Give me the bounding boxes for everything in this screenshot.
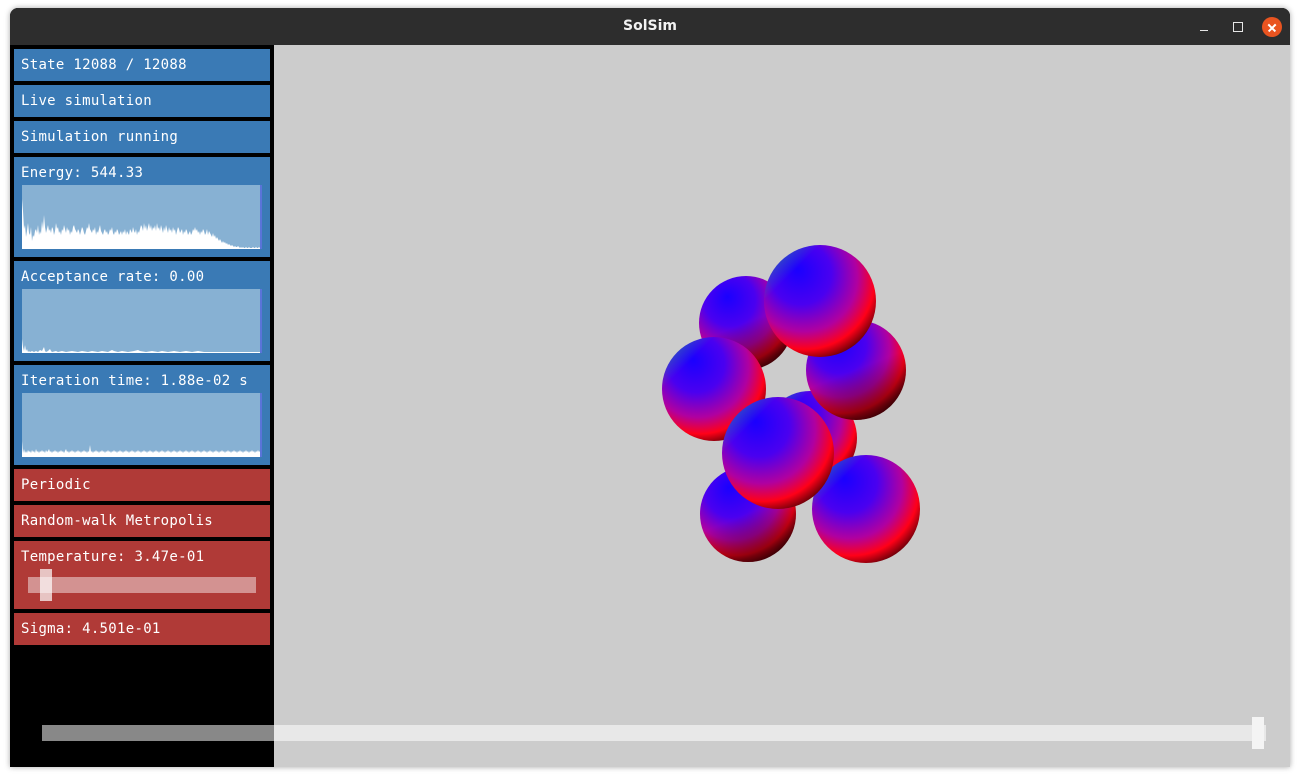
particle bbox=[722, 397, 834, 509]
iteration-time-histogram-series bbox=[22, 441, 260, 457]
acceptance-histogram-series bbox=[22, 339, 260, 353]
acceptance-histogram bbox=[22, 289, 262, 353]
state-label: State 12088 / 12088 bbox=[21, 57, 187, 73]
timeline-slider-track[interactable] bbox=[42, 725, 1266, 741]
iteration-time-label: Iteration time: 1.88e-02 s bbox=[21, 373, 248, 389]
maximize-icon[interactable] bbox=[1228, 17, 1248, 37]
iteration-time-histogram bbox=[22, 393, 262, 457]
energy-histogram-series bbox=[22, 199, 260, 249]
simulation-viewport[interactable] bbox=[274, 45, 1290, 767]
state-panel[interactable]: State 12088 / 12088 bbox=[14, 49, 270, 81]
live-simulation-label: Live simulation bbox=[21, 93, 152, 109]
app-window: SolSim State 12088 / 12088 Live simulati… bbox=[10, 8, 1290, 767]
boundary-mode-button[interactable]: Periodic bbox=[14, 469, 270, 501]
energy-panel: Energy: 544.33 bbox=[14, 157, 270, 257]
acceptance-label: Acceptance rate: 0.00 bbox=[21, 269, 205, 285]
timeline-slider-handle[interactable] bbox=[1252, 717, 1264, 749]
timeline-slider-fill bbox=[42, 725, 274, 741]
energy-histogram-plot bbox=[22, 199, 260, 249]
temperature-slider-track[interactable] bbox=[28, 577, 256, 593]
sigma-label: Sigma: 4.501e-01 bbox=[21, 621, 161, 637]
particle bbox=[764, 245, 876, 357]
minimize-icon[interactable] bbox=[1194, 17, 1214, 37]
energy-histogram bbox=[22, 185, 262, 249]
sigma-panel[interactable]: Sigma: 4.501e-01 bbox=[14, 613, 270, 645]
live-simulation-toggle[interactable]: Live simulation bbox=[14, 85, 270, 117]
algorithm-button[interactable]: Random-walk Metropolis bbox=[14, 505, 270, 537]
window-title: SolSim bbox=[623, 18, 677, 34]
temperature-label: Temperature: 3.47e-01 bbox=[21, 549, 205, 565]
algorithm-label: Random-walk Metropolis bbox=[21, 513, 214, 529]
temperature-slider-handle[interactable] bbox=[40, 569, 52, 601]
particle-scene bbox=[662, 245, 920, 563]
title-bar[interactable]: SolSim bbox=[10, 8, 1290, 45]
simulation-running-label: Simulation running bbox=[21, 129, 179, 145]
close-icon[interactable] bbox=[1262, 17, 1282, 37]
acceptance-panel: Acceptance rate: 0.00 bbox=[14, 261, 270, 361]
iteration-time-panel: Iteration time: 1.88e-02 s bbox=[14, 365, 270, 465]
simulation-running-toggle[interactable]: Simulation running bbox=[14, 121, 270, 153]
acceptance-histogram-plot bbox=[22, 339, 260, 353]
iteration-time-histogram-plot bbox=[22, 441, 260, 457]
energy-label: Energy: 544.33 bbox=[21, 165, 144, 181]
temperature-panel: Temperature: 3.47e-01 bbox=[14, 541, 270, 609]
sidebar: State 12088 / 12088 Live simulation Simu… bbox=[10, 45, 274, 767]
boundary-mode-label: Periodic bbox=[21, 477, 91, 493]
